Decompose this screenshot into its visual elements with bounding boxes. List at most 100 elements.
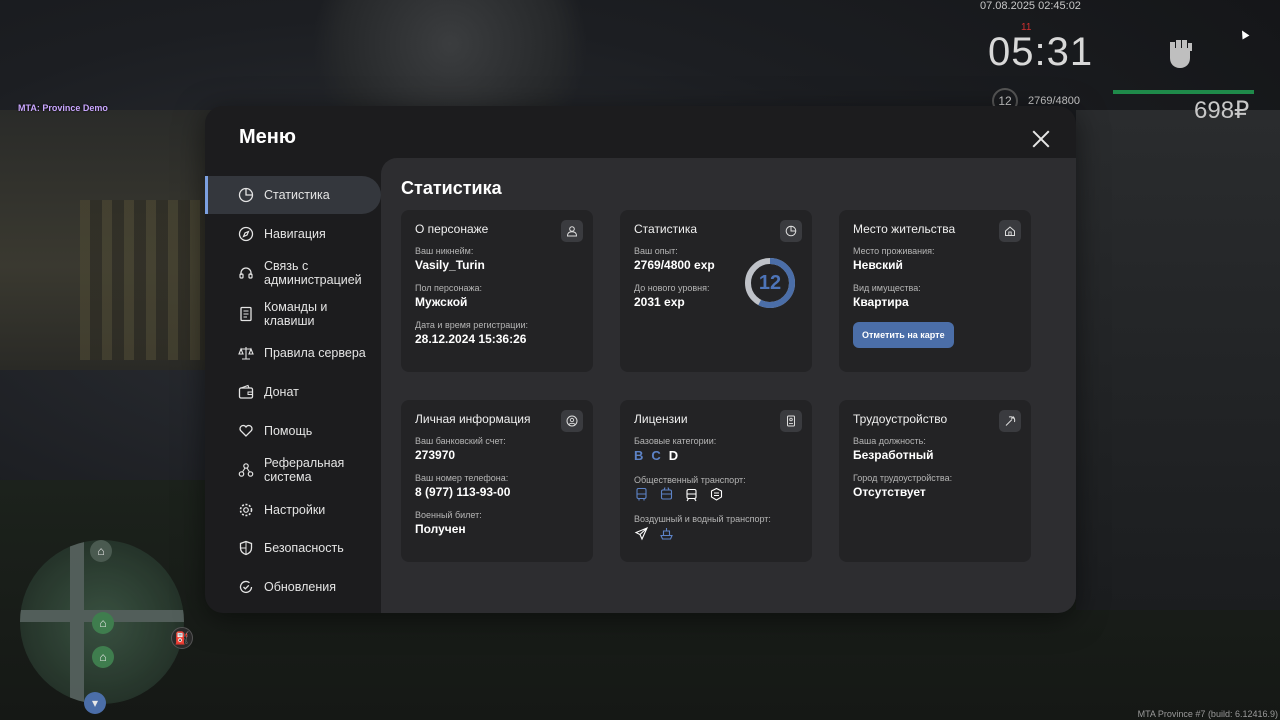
wallet-icon xyxy=(238,384,254,400)
sidebar-item-label: Донат xyxy=(264,384,299,399)
sidebar-item-help[interactable]: Помощь xyxy=(205,412,381,450)
background-scene xyxy=(1076,110,1280,610)
pickaxe-icon xyxy=(999,410,1021,432)
hud-datetime: 07.08.2025 02:45:02 xyxy=(980,0,1081,12)
position-value: Безработный xyxy=(853,448,934,462)
license-category-c: C xyxy=(651,448,661,463)
employment-card: Трудоустройство Ваша должность: Безработ… xyxy=(839,400,1031,562)
hud-money: 698₽ xyxy=(1194,97,1250,124)
field-label: Ваша должность: xyxy=(853,436,926,446)
scales-icon xyxy=(238,345,254,361)
card-title: О персонаже xyxy=(415,222,489,236)
license-category-b: B xyxy=(634,448,644,463)
user-circle-icon xyxy=(561,410,583,432)
field-label: Общественный транспорт: xyxy=(634,475,746,485)
license-category-d: D xyxy=(668,448,679,463)
sidebar-item-label: Помощь xyxy=(264,423,313,438)
minimap-road xyxy=(70,540,84,704)
card-title: Трудоустройство xyxy=(853,412,948,426)
sidebar-item-donate[interactable]: Донат xyxy=(205,373,381,411)
field-label: Место проживания: xyxy=(853,246,935,256)
content-panel: Статистика О персонаже Ваш никнейм: Vasi… xyxy=(381,158,1076,613)
boat-icon xyxy=(659,526,674,541)
metro-icon xyxy=(709,487,724,502)
sidebar-item-label: Связь с администрацией xyxy=(264,259,362,288)
property-value: Квартира xyxy=(853,295,909,309)
sidebar-item-label: Обновления xyxy=(264,579,336,594)
bus-icon xyxy=(634,487,649,502)
registration-value: 28.12.2024 15:36:26 xyxy=(415,332,527,346)
field-label: Военный билет: xyxy=(415,510,482,520)
nickname-value: Vasily_Turin xyxy=(415,258,485,272)
sidebar-item-label: Правила сервера xyxy=(264,346,366,361)
sidebar-item-referral[interactable]: Реферальная система xyxy=(205,450,381,490)
sidebar-item-contact-admin[interactable]: Связь с администрацией xyxy=(205,253,381,293)
sidebar-item-label: Реферальная система xyxy=(264,456,345,485)
refresh-check-icon xyxy=(238,579,254,595)
user-icon xyxy=(561,220,583,242)
sidebar: Статистика Навигация Связь с администрац… xyxy=(205,176,381,607)
field-label: Базовые категории: xyxy=(634,436,717,446)
air-water-transport-icons xyxy=(634,526,798,541)
airplane-icon xyxy=(634,526,649,541)
pie-chart-icon xyxy=(780,220,802,242)
public-transport-icons xyxy=(634,487,798,502)
heart-hand-icon xyxy=(238,423,254,439)
tree xyxy=(280,0,620,110)
licenses-card: Лицензии Базовые категории: B C D Общест… xyxy=(620,400,812,562)
pie-chart-icon xyxy=(238,187,254,203)
sidebar-item-label: Настройки xyxy=(264,502,326,517)
sidebar-item-settings[interactable]: Настройки xyxy=(205,491,381,529)
bank-icon: ⌂ xyxy=(90,540,112,562)
sidebar-item-statistics[interactable]: Статистика xyxy=(205,176,381,214)
building xyxy=(0,110,215,370)
close-icon[interactable] xyxy=(1028,126,1054,152)
gender-value: Мужской xyxy=(415,295,468,309)
page-title: Статистика xyxy=(401,178,502,198)
sidebar-item-rules[interactable]: Правила сервера xyxy=(205,334,381,372)
sidebar-item-security[interactable]: Безопасность xyxy=(205,529,381,567)
id-card-icon xyxy=(780,410,802,432)
license-categories: B C D xyxy=(634,448,798,463)
compass-icon xyxy=(238,226,254,242)
fuel-icon: ⛽ xyxy=(171,627,193,649)
personal-info-card: Личная информация Ваш банковский счет: 2… xyxy=(401,400,593,562)
house-icon: ⌂ xyxy=(92,646,114,668)
menu-window: Меню Статистика Навигация Связь с админи… xyxy=(205,106,1076,613)
build-label: MTA Province #7 (build: 6.12416.9) xyxy=(1137,709,1278,719)
shield-icon xyxy=(238,540,254,556)
sidebar-item-navigation[interactable]: Навигация xyxy=(205,215,381,253)
shirt-icon: ▾ xyxy=(84,692,106,714)
card-title: Лицензии xyxy=(634,412,688,426)
field-label: Ваш опыт: xyxy=(634,246,678,256)
stats-card: Статистика Ваш опыт: 2769/4800 exp До но… xyxy=(620,210,812,372)
card-title: Личная информация xyxy=(415,412,531,426)
mark-on-map-button[interactable]: Отметить на карте xyxy=(853,322,954,348)
sidebar-item-label: Навигация xyxy=(264,226,326,241)
gear-icon xyxy=(238,502,254,518)
residence-value: Невский xyxy=(853,258,903,272)
field-label: Город трудоустройства: xyxy=(853,473,953,483)
field-label: Пол персонажа: xyxy=(415,283,483,293)
hud-clock: 05:31 xyxy=(988,30,1094,74)
sidebar-item-commands[interactable]: Команды и клавиши xyxy=(205,294,381,334)
military-id-value: Получен xyxy=(415,522,466,536)
field-label: Воздушный и водный транспорт: xyxy=(634,514,771,524)
headset-icon xyxy=(238,265,254,281)
document-icon xyxy=(238,306,254,322)
home-icon xyxy=(999,220,1021,242)
network-icon xyxy=(238,462,254,478)
fist-icon xyxy=(1160,34,1200,74)
character-card: О персонаже Ваш никнейм: Vasily_Turin По… xyxy=(401,210,593,372)
house-icon: ⌂ xyxy=(92,612,114,634)
level-number: 12 xyxy=(758,271,782,294)
residence-card: Место жительства Место проживания: Невск… xyxy=(839,210,1031,372)
menu-title: Меню xyxy=(239,126,296,148)
sidebar-item-updates[interactable]: Обновления xyxy=(205,568,381,606)
sidebar-item-label: Безопасность xyxy=(264,541,344,556)
field-label: Вид имущества: xyxy=(853,283,921,293)
field-label: Дата и время регистрации: xyxy=(415,320,528,330)
employment-city-value: Отсутствует xyxy=(853,485,926,499)
sidebar-item-label: Команды и клавиши xyxy=(264,299,328,328)
bank-account-value: 273970 xyxy=(415,448,456,462)
